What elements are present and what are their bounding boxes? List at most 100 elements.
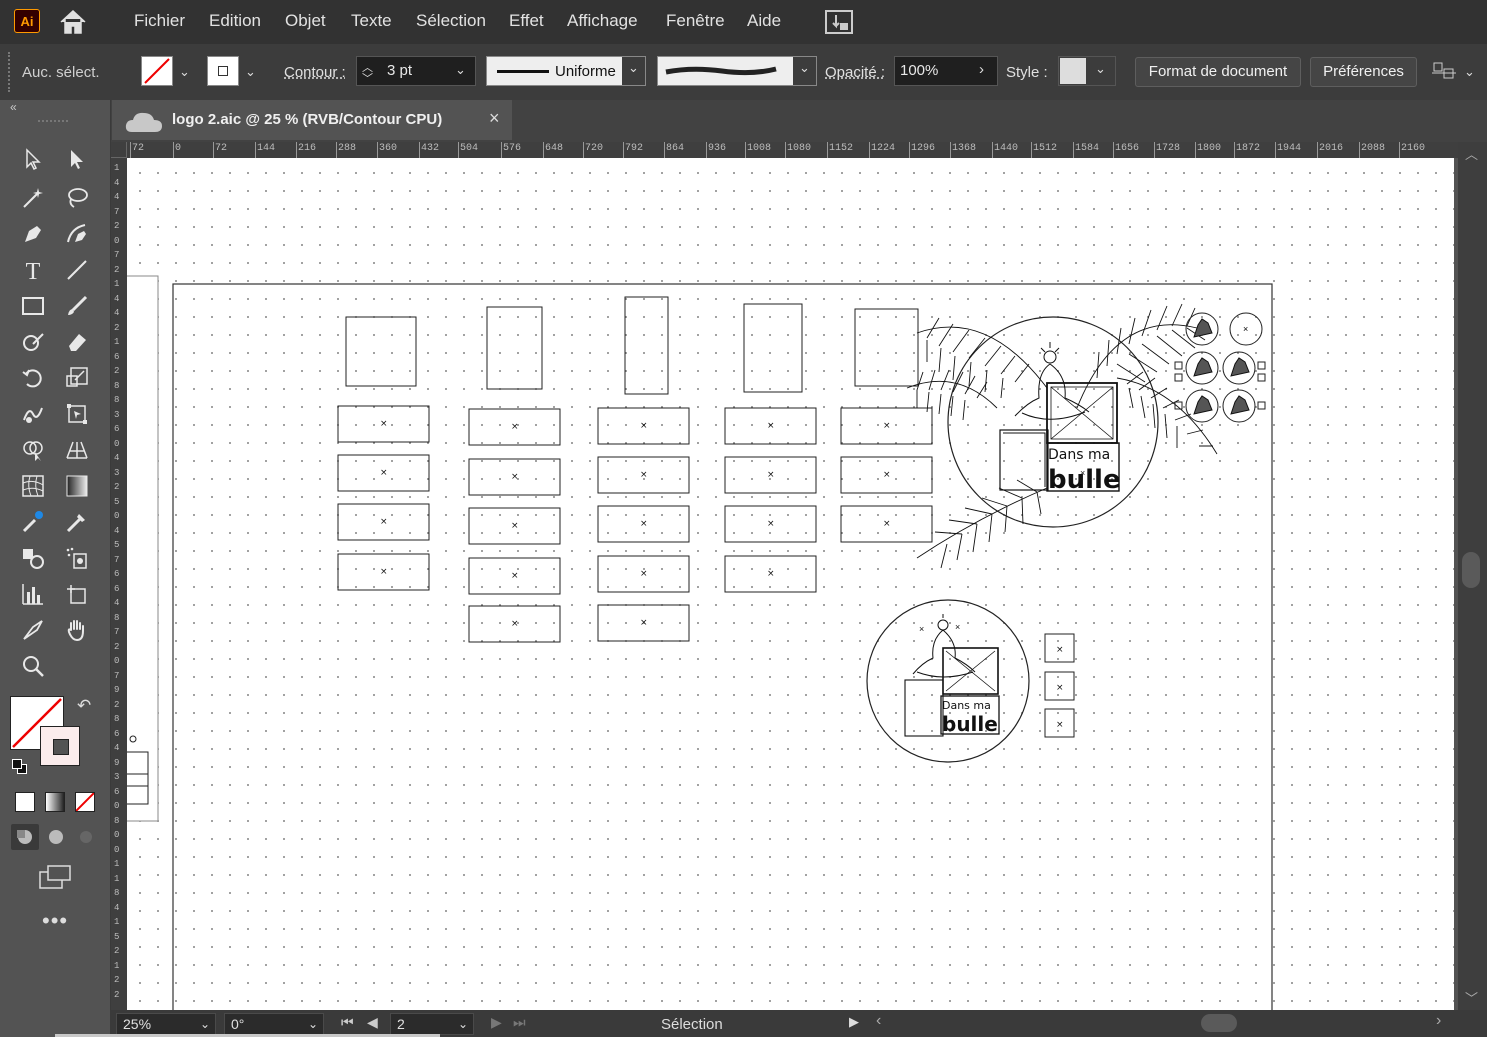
thumbnail-square[interactable] bbox=[1257, 361, 1266, 370]
scroll-right-icon[interactable]: › bbox=[1436, 1012, 1441, 1030]
vertical-scrollbar[interactable]: ︿ ﹀ bbox=[1458, 142, 1487, 1010]
zoom-field[interactable]: 25% ⌄ bbox=[116, 1013, 216, 1035]
measure-tool-icon[interactable] bbox=[62, 510, 92, 538]
menu-selection[interactable]: Sélection bbox=[416, 11, 486, 31]
magic-wand-tool-icon[interactable] bbox=[18, 186, 48, 214]
eraser-tool-icon[interactable] bbox=[62, 330, 92, 358]
slice-tool-icon[interactable] bbox=[18, 618, 48, 646]
previous-artboard-icon[interactable]: ◀ bbox=[367, 1014, 378, 1031]
logo-small[interactable]: Dans ma bulle × × bbox=[866, 599, 1030, 763]
menu-fichier[interactable]: Fichier bbox=[134, 11, 185, 31]
zoom-tool-icon[interactable] bbox=[18, 654, 48, 682]
graphic-style-picker[interactable]: ⌄ bbox=[1058, 56, 1116, 86]
stroke-label[interactable]: Contour : bbox=[284, 64, 346, 81]
warp-tool-icon[interactable] bbox=[18, 402, 48, 430]
vertical-ruler[interactable]: 1 4 4 7 2 0 7 2 1 4 4 2 1 6 2 8 8 3 6 0 4 3 2 5 0 4 5 7 6 6 4 8 7 2 0 7 9 2 8 6… bbox=[111, 158, 127, 1010]
stroke-swatch[interactable] bbox=[207, 56, 239, 86]
blend-tool-icon[interactable] bbox=[18, 546, 48, 574]
chevron-down-icon[interactable]: ⌄ bbox=[1095, 61, 1106, 77]
variable-width-profile[interactable]: Uniforme ⌄ bbox=[486, 56, 646, 86]
chevron-down-icon[interactable]: ⌄ bbox=[1464, 64, 1475, 80]
top-rectangle[interactable] bbox=[743, 303, 803, 393]
gradient-mode-icon[interactable] bbox=[45, 792, 65, 812]
collapse-panel-icon[interactable]: « bbox=[10, 100, 17, 114]
top-rectangle[interactable] bbox=[624, 296, 669, 395]
curvature-tool-icon[interactable] bbox=[62, 222, 92, 250]
selection-tool-icon[interactable] bbox=[18, 148, 48, 176]
thumbnail-square[interactable] bbox=[1257, 401, 1266, 410]
next-artboard-icon[interactable]: ▶ bbox=[491, 1014, 502, 1031]
menu-affichage[interactable]: Affichage bbox=[567, 11, 638, 31]
lasso-tool-icon[interactable] bbox=[62, 186, 92, 214]
chevron-down-icon[interactable]: ⌄ bbox=[200, 1014, 210, 1034]
menu-aide[interactable]: Aide bbox=[747, 11, 781, 31]
screen-mode-icon[interactable] bbox=[38, 864, 72, 890]
chevron-down-icon[interactable]: ⌄ bbox=[308, 1014, 318, 1034]
rotate-tool-icon[interactable] bbox=[18, 366, 48, 394]
vertical-scroll-thumb[interactable] bbox=[1462, 552, 1480, 588]
color-mode-icon[interactable] bbox=[15, 792, 35, 812]
draw-inside-icon[interactable] bbox=[72, 824, 100, 850]
opacity-field[interactable]: 100% › bbox=[894, 56, 998, 86]
column-graph-tool-icon[interactable] bbox=[18, 582, 48, 610]
arrange-documents-icon[interactable] bbox=[824, 9, 854, 35]
mesh-tool-icon[interactable] bbox=[18, 474, 48, 502]
thumbnail-square[interactable] bbox=[1174, 373, 1183, 382]
chevron-down-icon[interactable]: ⌄ bbox=[622, 57, 645, 85]
chevron-down-icon[interactable]: ⌄ bbox=[245, 64, 256, 80]
menu-texte[interactable]: Texte bbox=[351, 11, 392, 31]
ruler-origin[interactable] bbox=[111, 142, 127, 158]
panel-grip[interactable] bbox=[8, 52, 13, 92]
horizontal-ruler[interactable]: 72 0 72 144 216 288 360 432 504 576 648 720 792 864 93… bbox=[111, 142, 1458, 158]
chevron-down-icon[interactable]: ⌄ bbox=[793, 57, 816, 85]
chevron-down-icon[interactable]: ﹀ bbox=[1465, 988, 1478, 1007]
none-mode-icon[interactable] bbox=[75, 792, 95, 812]
opacity-label[interactable]: Opacité : bbox=[825, 64, 885, 81]
top-rectangle[interactable] bbox=[345, 316, 417, 387]
document-tab[interactable]: logo 2.aic @ 25 % (RVB/Contour CPU) × bbox=[112, 100, 512, 140]
artboard-number-field[interactable]: 2 ⌄ bbox=[390, 1013, 474, 1035]
menu-objet[interactable]: Objet bbox=[285, 11, 326, 31]
line-tool-icon[interactable] bbox=[62, 258, 92, 286]
default-fill-stroke-icon[interactable] bbox=[11, 758, 27, 774]
close-icon[interactable]: × bbox=[489, 108, 500, 129]
chevron-down-icon[interactable]: ⌄ bbox=[179, 64, 190, 80]
chevron-right-icon[interactable]: › bbox=[979, 61, 984, 78]
rotation-field[interactable]: 0° ⌄ bbox=[224, 1013, 324, 1035]
thumbnail-square[interactable] bbox=[1257, 373, 1266, 382]
scale-tool-icon[interactable] bbox=[62, 366, 92, 394]
fill-swatch[interactable] bbox=[141, 56, 173, 86]
stroke-color-swatch[interactable] bbox=[40, 726, 80, 766]
draw-normal-icon[interactable] bbox=[11, 824, 39, 850]
panel-grip[interactable] bbox=[38, 120, 68, 125]
top-rectangle[interactable] bbox=[854, 308, 919, 387]
type-tool-icon[interactable]: T bbox=[18, 258, 48, 286]
last-artboard-icon[interactable]: ⏭ bbox=[513, 1014, 526, 1031]
stroke-weight-field[interactable]: ︿ ﹀ 3 pt ⌄ bbox=[356, 56, 476, 86]
home-icon[interactable] bbox=[58, 8, 88, 36]
perspective-grid-tool-icon[interactable] bbox=[62, 438, 92, 466]
status-menu-icon[interactable]: ▶ bbox=[849, 1014, 859, 1030]
shaper-tool-icon[interactable] bbox=[18, 330, 48, 358]
first-artboard-icon[interactable]: ⏮ bbox=[341, 1014, 354, 1031]
chevron-up-icon[interactable]: ︿ bbox=[1465, 144, 1478, 163]
secondary-artboard[interactable] bbox=[127, 275, 159, 822]
preferences-button[interactable]: Préférences bbox=[1310, 57, 1417, 87]
paintbrush-tool-icon[interactable] bbox=[62, 294, 92, 322]
shape-grid[interactable] bbox=[337, 296, 1075, 738]
current-tool-status[interactable]: Sélection bbox=[661, 1016, 723, 1033]
artboard-tool-icon[interactable] bbox=[62, 582, 92, 610]
scroll-left-icon[interactable]: ‹ bbox=[876, 1012, 881, 1030]
artboard-canvas[interactable]: × × × × × × × × × × × × × × × × × × × × × × × × bbox=[127, 158, 1454, 1010]
top-rectangle[interactable] bbox=[486, 306, 543, 390]
chevron-down-icon[interactable]: ﹀ bbox=[362, 70, 373, 86]
swap-fill-stroke-icon[interactable]: ↶ bbox=[77, 696, 91, 716]
shape-builder-tool-icon[interactable] bbox=[18, 438, 48, 466]
draw-behind-icon[interactable] bbox=[42, 824, 70, 850]
eyedropper-tool-icon[interactable] bbox=[18, 510, 48, 538]
horizontal-scroll-thumb[interactable] bbox=[1201, 1014, 1237, 1032]
menu-edition[interactable]: Edition bbox=[209, 11, 261, 31]
direct-selection-tool-icon[interactable] bbox=[62, 148, 92, 176]
menu-fenetre[interactable]: Fenêtre bbox=[666, 11, 725, 31]
document-setup-button[interactable]: Format de document bbox=[1135, 57, 1301, 87]
